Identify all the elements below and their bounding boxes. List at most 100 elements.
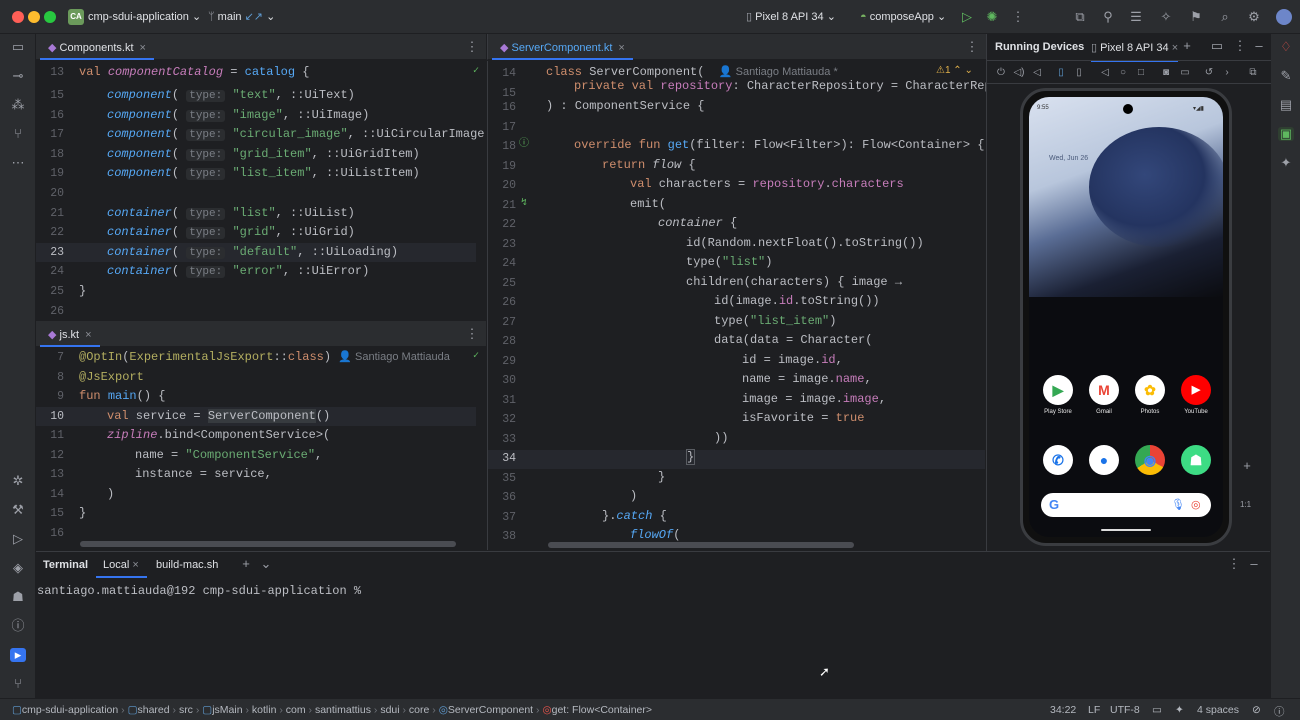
notifications-status-icon[interactable]: ⓘ bbox=[1274, 704, 1285, 719]
add-device-icon[interactable]: + bbox=[1179, 39, 1195, 53]
chevron-down-icon[interactable]: ⌄ bbox=[258, 557, 274, 571]
home-icon[interactable]: ○ bbox=[1115, 66, 1131, 80]
tab-js-kt[interactable]: ◆ js.kt × bbox=[40, 321, 100, 347]
device-explorer-icon[interactable]: ◈ bbox=[10, 561, 26, 575]
js-editor[interactable]: 7 @OptIn(ExperimentalJsExport::class) 👤 … bbox=[36, 348, 486, 550]
screenshot-icon[interactable]: ◙ bbox=[1158, 66, 1174, 80]
minimize-window-button[interactable] bbox=[28, 11, 40, 23]
rotate-right-icon[interactable]: ▯ bbox=[1071, 66, 1087, 80]
add-tab-icon[interactable]: + bbox=[238, 557, 254, 571]
close-window-button[interactable] bbox=[12, 11, 24, 23]
more-tools-icon[interactable]: ⋯ bbox=[10, 156, 26, 170]
android-app-icon[interactable]: ☗ bbox=[1181, 445, 1211, 475]
notifications-icon[interactable]: ♢ bbox=[1278, 40, 1294, 54]
git-icon[interactable]: ⑂ bbox=[10, 677, 26, 691]
breadcrumb-item[interactable]: src bbox=[179, 704, 193, 716]
debug-icon[interactable]: ✺ bbox=[984, 10, 1000, 24]
components-editor[interactable]: 13 val componentCatalog = catalog { 15 c… bbox=[36, 61, 486, 320]
phone-app-icon[interactable]: ✆ bbox=[1043, 445, 1073, 475]
minimize-icon[interactable]: – bbox=[1246, 557, 1262, 571]
breadcrumb-item[interactable]: kotlin bbox=[252, 704, 277, 716]
breadcrumb-item[interactable]: ◎ServerComponent bbox=[439, 704, 533, 716]
vcs-icon[interactable]: ⚑ bbox=[1188, 10, 1204, 24]
file-encoding[interactable]: UTF-8 bbox=[1110, 704, 1140, 716]
breadcrumb-item[interactable]: ▢shared bbox=[128, 704, 170, 716]
minimize-icon[interactable]: – bbox=[1251, 39, 1267, 53]
volume-up-icon[interactable]: ◁) bbox=[1011, 66, 1027, 80]
run-tool-icon[interactable]: ▷ bbox=[10, 532, 26, 546]
server-component-editor[interactable]: 14 class ServerComponent( 👤 Santiago Mat… bbox=[487, 61, 986, 550]
lens-icon[interactable]: ◎ bbox=[1191, 498, 1201, 511]
gradle-icon[interactable]: ✧ bbox=[1158, 10, 1174, 24]
close-icon[interactable]: × bbox=[140, 42, 146, 54]
volume-down-icon[interactable]: ◁ bbox=[1029, 66, 1045, 80]
avatar[interactable] bbox=[1276, 9, 1292, 25]
caret-position[interactable]: 34:22 bbox=[1050, 704, 1076, 716]
date-widget[interactable]: Wed, Jun 26 bbox=[1049, 155, 1088, 162]
tab-build-mac[interactable]: build-mac.sh bbox=[156, 559, 218, 571]
problems-icon[interactable]: ⓘ bbox=[10, 619, 26, 633]
device-manager-icon[interactable]: ⧉ bbox=[1072, 10, 1088, 24]
device-selector[interactable]: ▯ Pixel 8 API 34 ⌄ bbox=[746, 10, 836, 23]
record-icon[interactable]: ▭ bbox=[1177, 66, 1193, 80]
close-icon[interactable]: × bbox=[1172, 42, 1178, 54]
warning-indicator[interactable]: ⚠1 ⌃ ⌄ bbox=[936, 65, 973, 76]
tab-server-component[interactable]: ◆ ServerComponent.kt × bbox=[492, 34, 633, 60]
back-icon[interactable]: ◁ bbox=[1097, 66, 1113, 80]
chevron-right-icon[interactable]: › bbox=[1219, 66, 1235, 80]
phone-screen[interactable]: 9:55 ▾◢▮ Wed, Jun 26 ▶ M ✿ ▶ Play Store … bbox=[1029, 97, 1223, 537]
breadcrumb-item[interactable]: sdui bbox=[380, 704, 399, 716]
file-icon[interactable]: ▤ bbox=[1278, 98, 1294, 112]
structure-icon[interactable]: ⁂ bbox=[10, 98, 26, 112]
close-icon[interactable]: × bbox=[132, 559, 138, 571]
folder-icon[interactable]: ▭ bbox=[10, 40, 26, 54]
breadcrumb-item[interactable]: ▢jsMain bbox=[202, 704, 242, 716]
inspector-icon[interactable]: ⚲ bbox=[1100, 10, 1116, 24]
build-icon[interactable]: ⚒ bbox=[10, 503, 26, 517]
window-icon[interactable]: ▭ bbox=[1209, 39, 1225, 53]
app-quality-icon[interactable]: ☗ bbox=[10, 590, 26, 604]
gear-icon[interactable]: ⚙ bbox=[1246, 10, 1262, 24]
readonly-icon[interactable]: ⊘ bbox=[1252, 704, 1261, 716]
run-icon[interactable]: ▷ bbox=[959, 10, 975, 24]
tab-components-kt[interactable]: ◆ Components.kt × bbox=[40, 34, 154, 60]
breadcrumb-item[interactable]: core bbox=[409, 704, 429, 716]
overview-icon[interactable]: □ bbox=[1133, 66, 1149, 80]
tab-device[interactable]: ▯ Pixel 8 API 34 × bbox=[1091, 41, 1179, 62]
breadcrumb-item[interactable]: com bbox=[286, 704, 306, 716]
power-icon[interactable]: ⏻ bbox=[993, 66, 1009, 80]
breadcrumb-item[interactable]: ▢cmp-sdui-application bbox=[12, 704, 118, 716]
close-icon[interactable]: × bbox=[618, 42, 624, 54]
more-icon[interactable]: ⋮ bbox=[464, 327, 480, 341]
close-icon[interactable]: × bbox=[85, 329, 91, 341]
pull-requests-icon[interactable]: ⑂ bbox=[10, 127, 26, 141]
bug-icon[interactable]: ✲ bbox=[10, 474, 26, 488]
search-icon[interactable]: ⌕ bbox=[1217, 10, 1233, 24]
tab-local[interactable]: Local × bbox=[96, 552, 147, 578]
line-separator[interactable]: LF bbox=[1088, 704, 1100, 716]
breadcrumb-item[interactable]: ◎get: Flow<Container> bbox=[542, 704, 652, 716]
mic-icon[interactable]: 🎙 bbox=[1171, 498, 1185, 511]
chrome-icon[interactable]: ◉ bbox=[1135, 445, 1165, 475]
logcat-icon[interactable]: ☰ bbox=[1128, 10, 1144, 24]
messages-icon[interactable]: ● bbox=[1089, 445, 1119, 475]
breadcrumb-item[interactable]: santimattius bbox=[315, 704, 371, 716]
run-config-selector[interactable]: ◓ composeApp ⌄ bbox=[860, 10, 946, 23]
lock-icon[interactable]: ▭ bbox=[1152, 704, 1162, 716]
zoom-in-icon[interactable]: + bbox=[1239, 459, 1255, 473]
maximize-window-button[interactable] bbox=[44, 11, 56, 23]
terminal-icon[interactable]: ▸ bbox=[10, 648, 26, 662]
more-icon[interactable]: ⋮ bbox=[1232, 39, 1248, 53]
more-icon[interactable]: ⋮ bbox=[1010, 10, 1026, 24]
sparkle-icon[interactable]: ✦ bbox=[1278, 156, 1294, 170]
gmail-icon[interactable]: M bbox=[1089, 375, 1119, 405]
override-gutter-icon[interactable]: ⓘ bbox=[516, 138, 532, 152]
running-devices-icon[interactable]: ▣ bbox=[1278, 127, 1294, 141]
zoom-level[interactable]: 1:1 bbox=[1240, 500, 1251, 509]
branch-selector[interactable]: ᛘ main ↙↗ ⌄ bbox=[208, 10, 275, 23]
rotate-left-icon[interactable]: ▯ bbox=[1053, 66, 1069, 80]
ai-assist-icon[interactable]: ✦ bbox=[1175, 704, 1184, 716]
photos-icon[interactable]: ✿ bbox=[1135, 375, 1165, 405]
horizontal-scrollbar[interactable] bbox=[80, 541, 456, 547]
project-selector[interactable]: cmp-sdui-application ⌄ bbox=[88, 10, 201, 23]
